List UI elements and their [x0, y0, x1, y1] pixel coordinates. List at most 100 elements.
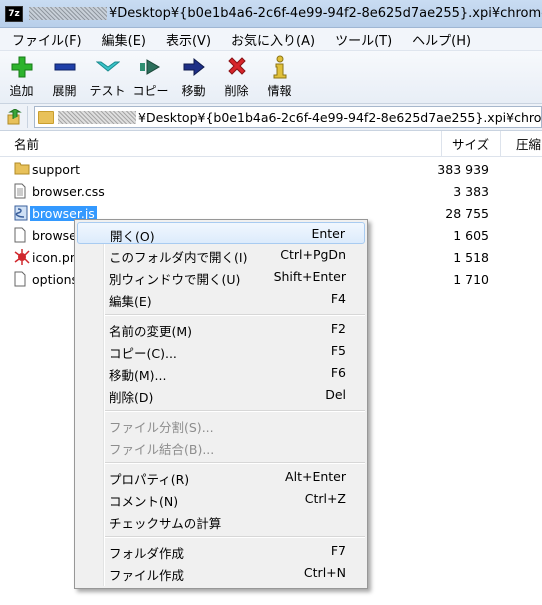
column-divider[interactable]: [441, 131, 442, 156]
document-icon: [14, 227, 28, 243]
menu-shortcut: Shift+Enter: [273, 269, 346, 284]
menu-label: 移動(M)...: [109, 368, 167, 383]
move-button[interactable]: 移動: [172, 51, 215, 103]
menu-shortcut: Enter: [311, 226, 345, 241]
extract-label: 展開: [52, 84, 77, 98]
menu-label: ファイル分割(S)...: [109, 420, 214, 435]
menu-shortcut: Ctrl+Z: [304, 491, 346, 506]
menu-edit[interactable]: 編集(E): [90, 30, 154, 49]
menu-label: このフォルダ内で開く(I): [109, 250, 248, 265]
menu-edit[interactable]: 編集(E) F4: [77, 288, 365, 310]
menu-help[interactable]: ヘルプ(H): [400, 30, 479, 49]
image-icon: [14, 249, 30, 265]
script-icon: [14, 205, 28, 221]
copy-button[interactable]: コピー: [129, 51, 172, 103]
address-path: ¥Desktop¥{b0e1b4a6-2c6f-4e99-94f2-8e625d…: [138, 109, 542, 125]
app-icon: 7z: [5, 5, 23, 22]
menu-separator: [105, 462, 365, 464]
menu-separator: [105, 536, 365, 538]
file-size: 1 518: [453, 249, 489, 265]
file-size: 28 755: [445, 205, 489, 221]
folder-icon: [14, 161, 30, 177]
menu-checksum[interactable]: チェックサムの計算: [77, 510, 365, 532]
menu-label: 別ウィンドウで開く(U): [109, 272, 241, 287]
up-folder-button[interactable]: [3, 106, 28, 128]
info-button[interactable]: 情報: [258, 51, 301, 103]
menu-open[interactable]: 開く(O) Enter: [77, 222, 365, 244]
menu-rename[interactable]: 名前の変更(M) F2: [77, 318, 365, 340]
column-name[interactable]: 名前: [14, 134, 39, 153]
menu-open-outside[interactable]: 別ウィンドウで開く(U) Shift+Enter: [77, 266, 365, 288]
menu-copy[interactable]: コピー(C)... F5: [77, 340, 365, 362]
redacted-path-scribble: [58, 110, 136, 124]
menu-combine-files: ファイル結合(B)...: [77, 436, 365, 458]
menu-label: 編集(E): [109, 294, 152, 309]
title-bar: 7z ¥Desktop¥{b0e1b4a6-2c6f-4e99-94f2-8e6…: [0, 0, 542, 28]
up-arrow-icon: [7, 109, 22, 125]
menu-favorites[interactable]: お気に入り(A): [219, 30, 323, 49]
menu-tools[interactable]: ツール(T): [323, 30, 400, 49]
delete-icon: [215, 54, 258, 80]
file-size: 383 939: [437, 161, 489, 177]
test-button[interactable]: テスト: [86, 51, 129, 103]
file-list-header: 名前 サイズ 圧縮: [0, 131, 542, 157]
menu-label: コメント(N): [109, 494, 179, 509]
menu-separator: [105, 314, 365, 316]
file-size: 1 605: [453, 227, 489, 243]
menu-view[interactable]: 表示(V): [154, 30, 219, 49]
menu-label: 開く(O): [110, 229, 155, 244]
menu-move[interactable]: 移動(M)... F6: [77, 362, 365, 384]
file-name: support: [32, 161, 80, 177]
menu-shortcut: Del: [325, 387, 346, 402]
file-name: browser.css: [32, 183, 105, 199]
menu-open-inside[interactable]: このフォルダ内で開く(I) Ctrl+PgDn: [77, 244, 365, 266]
address-input[interactable]: ¥Desktop¥{b0e1b4a6-2c6f-4e99-94f2-8e625d…: [34, 106, 542, 128]
move-icon: [172, 54, 215, 80]
menu-label: プロパティ(R): [109, 472, 190, 487]
menu-separator: [105, 410, 365, 412]
info-label: 情報: [267, 84, 292, 98]
menu-label: 名前の変更(M): [109, 324, 193, 339]
file-size: 1 710: [453, 271, 489, 287]
delete-button[interactable]: 削除: [215, 51, 258, 103]
copy-label: コピー: [132, 84, 169, 98]
column-divider[interactable]: [500, 131, 501, 156]
address-bar: ¥Desktop¥{b0e1b4a6-2c6f-4e99-94f2-8e625d…: [0, 104, 542, 131]
add-label: 追加: [9, 84, 34, 98]
menu-create-folder[interactable]: フォルダ作成 F7: [77, 540, 365, 562]
menu-label: コピー(C)...: [109, 346, 177, 361]
menu-shortcut: F6: [330, 365, 346, 380]
document-icon: [14, 271, 28, 287]
menu-shortcut: Ctrl+PgDn: [280, 247, 346, 262]
menu-comment[interactable]: コメント(N) Ctrl+Z: [77, 488, 365, 510]
window-title: ¥Desktop¥{b0e1b4a6-2c6f-4e99-94f2-8e625d…: [109, 6, 542, 21]
menu-delete[interactable]: 削除(D) Del: [77, 384, 365, 406]
menu-shortcut: Alt+Enter: [285, 469, 346, 484]
add-button[interactable]: 追加: [0, 51, 43, 103]
copy-icon: [129, 54, 172, 80]
extract-button[interactable]: 展開: [43, 51, 86, 103]
menu-label: チェックサムの計算: [109, 516, 222, 531]
file-row[interactable]: browser.css 3 383: [0, 180, 542, 202]
folder-icon: [38, 110, 54, 124]
test-label: テスト: [89, 84, 126, 98]
toolbar: 追加 展開 テスト コピー 移動 削除 情報: [0, 51, 542, 104]
menu-shortcut: F5: [330, 343, 346, 358]
context-menu: 開く(O) Enter このフォルダ内で開く(I) Ctrl+PgDn 別ウィン…: [74, 219, 368, 589]
document-icon: [14, 183, 28, 199]
menu-shortcut: Ctrl+N: [303, 565, 346, 580]
menu-file[interactable]: ファイル(F): [0, 30, 90, 49]
menu-create-file[interactable]: ファイル作成 Ctrl+N: [77, 562, 365, 584]
file-row[interactable]: support 383 939: [0, 158, 542, 180]
menu-label: ファイル作成: [109, 568, 185, 583]
add-icon: [0, 54, 43, 80]
menu-label: フォルダ作成: [109, 546, 185, 561]
column-compressed[interactable]: 圧縮: [516, 134, 541, 153]
column-size[interactable]: サイズ: [452, 134, 489, 153]
redacted-path-scribble: [29, 7, 107, 20]
menu-properties[interactable]: プロパティ(R) Alt+Enter: [77, 466, 365, 488]
menu-shortcut: F7: [330, 543, 346, 558]
move-label: 移動: [181, 84, 206, 98]
menu-shortcut: F4: [330, 291, 346, 306]
menu-label: ファイル結合(B)...: [109, 442, 215, 457]
